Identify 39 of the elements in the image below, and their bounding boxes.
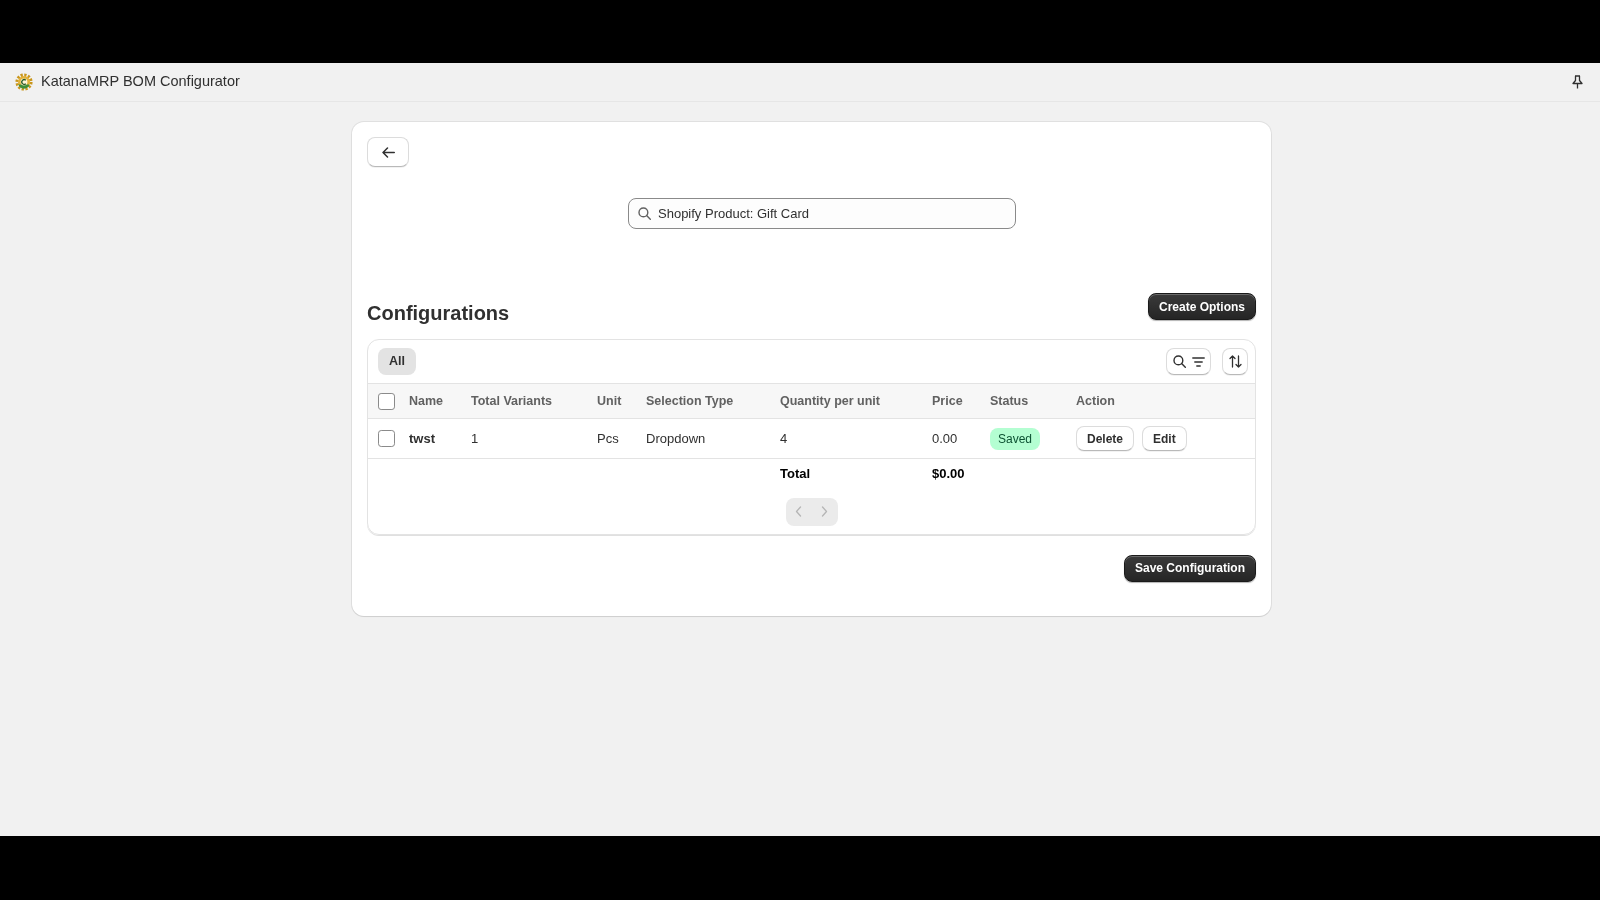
- gear-logo-icon: [15, 73, 33, 91]
- chevron-right-icon: [821, 506, 828, 517]
- sort-button[interactable]: [1222, 348, 1248, 375]
- row-action-button[interactable]: Edit: [1142, 426, 1187, 451]
- variant-count: 1: [471, 430, 479, 446]
- column-label: Name: [409, 393, 444, 408]
- total-value: $0.00: [932, 465, 965, 481]
- column-label: Price: [932, 393, 963, 408]
- select-all-checkbox[interactable]: [378, 392, 395, 410]
- search-icon: [1172, 355, 1186, 368]
- item-name: twst: [409, 430, 435, 446]
- create-options-button[interactable]: Create Options: [1148, 293, 1256, 320]
- search-icon: [638, 207, 651, 220]
- quantity-value: 4: [780, 430, 788, 446]
- back-arrow-icon: [381, 146, 395, 158]
- filter-icon: [1191, 356, 1205, 367]
- column-label: Total Variants: [471, 393, 553, 408]
- filter-tab[interactable]: All: [378, 348, 416, 375]
- section-title: Configurations: [367, 301, 510, 325]
- row-checkbox[interactable]: [378, 430, 395, 447]
- chevron-left-icon: [795, 506, 802, 517]
- column-label: Status: [990, 393, 1029, 408]
- column-label: Quantity per unit: [780, 393, 880, 408]
- sort-icon: [1228, 355, 1242, 368]
- unit-label: Pcs: [597, 430, 619, 446]
- row-action-button[interactable]: Delete: [1076, 426, 1135, 451]
- selection-type: Dropdown: [646, 430, 706, 446]
- status-badge: Saved: [990, 427, 1041, 450]
- search-field[interactable]: Shopify Product: Gift Card: [628, 198, 1016, 229]
- price-value: 0.00: [932, 430, 958, 446]
- column-label: Action: [1076, 393, 1115, 408]
- search-filter-button[interactable]: [1166, 348, 1211, 375]
- app-title: KatanaMRP BOM Configurator: [41, 72, 240, 92]
- save-configuration-button[interactable]: Save Configuration: [1124, 554, 1256, 582]
- total-label: Total: [780, 465, 811, 481]
- back-button[interactable]: [367, 137, 409, 167]
- pin-icon[interactable]: [1572, 75, 1583, 89]
- column-label: Unit: [597, 393, 622, 408]
- column-label: Selection Type: [646, 393, 734, 408]
